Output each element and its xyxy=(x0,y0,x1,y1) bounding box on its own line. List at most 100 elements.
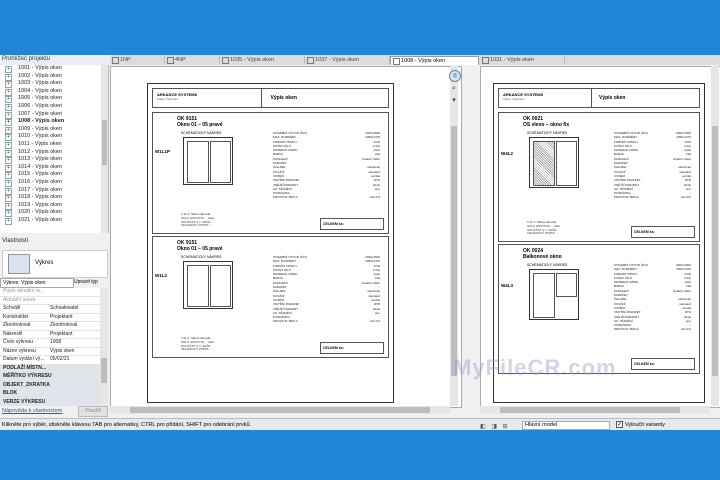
zoom-dropdown-icon[interactable]: ▾ xyxy=(449,96,459,106)
sheet: ARKANCE SYSTEMS Výkres: Výpis oken Výpis o… xyxy=(147,83,394,403)
property-row[interactable]: Číslo výkresu 1008 xyxy=(0,339,100,348)
scroll-thumb[interactable] xyxy=(451,126,457,376)
property-value[interactable]: Výpis oken xyxy=(50,348,74,356)
properties-scrollbar[interactable] xyxy=(100,288,108,406)
tree-item[interactable]: +1010 - Výpis oken xyxy=(0,133,108,142)
tree-item[interactable]: +1019 - Výpis oken xyxy=(0,202,108,210)
property-row[interactable]: Název výkresu Výpis oken xyxy=(0,348,100,356)
tree-item[interactable]: +1017 - Výpis oken xyxy=(0,187,108,195)
property-row[interactable]: OBJEKT_ZKRATKA xyxy=(0,381,100,390)
window-card[interactable]: W1L1P OK 9151 Okno 01 – 05 pravé SCHÉMATICK… xyxy=(152,112,389,234)
property-row[interactable]: Datum vydání vý... 05/02/21 xyxy=(0,356,100,365)
tree-item-label: 1002 - Výpis oken xyxy=(18,72,63,79)
schematic-label: SCHÉMATICKÝ NÁKRES xyxy=(527,263,568,267)
tree-item[interactable]: +1015 - Výpis oken xyxy=(0,171,108,180)
steering-wheel-icon[interactable]: ◎ xyxy=(449,70,461,82)
scroll-thumb[interactable] xyxy=(712,126,718,376)
scroll-thumb[interactable] xyxy=(500,407,680,413)
property-key: Datum vydání vý... xyxy=(3,356,45,362)
view2-vertical-scrollbar[interactable] xyxy=(711,66,719,406)
tree-item[interactable]: +1007 - Výpis oken xyxy=(0,111,108,119)
property-row[interactable]: BLOK xyxy=(0,390,100,399)
view-icon xyxy=(222,57,229,64)
view-tabs-secondary: 1031 - Výpis oken xyxy=(480,55,720,65)
spec-values: 2000x1500 1950x1470 DVD 2 díly plast bíl… xyxy=(672,131,691,200)
tab[interactable]: 1035 - Výpis oken xyxy=(220,56,305,64)
property-value[interactable]: 1008 xyxy=(50,339,61,347)
tree-item[interactable]: +1016 - Výpis oken xyxy=(0,179,108,187)
property-row[interactable]: Schválil Schvalovatel xyxy=(0,305,100,314)
tree-item[interactable]: +1021 - Výpis oken xyxy=(0,217,108,225)
property-key: OBJEKT_ZKRATKA xyxy=(3,381,50,388)
view-horizontal-scrollbar[interactable] xyxy=(110,406,450,414)
apply-button[interactable]: Použít xyxy=(78,406,108,417)
property-key: MĚŘÍTKO VÝKRESU xyxy=(3,373,52,379)
property-row[interactable]: Aktuální revize xyxy=(0,297,100,305)
property-key: BLOK xyxy=(3,390,18,396)
scroll-thumb[interactable] xyxy=(102,120,107,165)
window-note: V.11 A. Sklad zahrada SKLO HUSTOTA ... J… xyxy=(181,336,215,352)
properties-help-link[interactable]: Nápověda k vlastnostem xyxy=(2,408,62,414)
company-name: ARKANCE SYSTEMS xyxy=(157,92,198,97)
tree-item[interactable]: +1018 - Výpis oken xyxy=(0,194,108,203)
project-browser-scrollbar[interactable] xyxy=(101,65,108,233)
tree-item[interactable]: +1009 - Výpis oken xyxy=(0,126,108,134)
edit-type-button[interactable]: Upravit typ xyxy=(74,278,98,287)
property-row[interactable]: Popis aktuální re... xyxy=(0,288,100,297)
window-note: V.11 A. Sklad zahrada SKLO HUSTOTA ... J… xyxy=(527,220,561,236)
property-value[interactable]: Zkontroloval xyxy=(50,322,77,330)
expand-icon[interactable]: + xyxy=(5,217,12,225)
property-value[interactable]: 05/02/21 xyxy=(50,356,69,364)
property-row[interactable]: VERZE VÝKRESU xyxy=(0,398,100,406)
checkbox-icon[interactable] xyxy=(616,419,623,431)
window-schematic-drawing xyxy=(529,137,579,188)
tree-item[interactable]: +1008 - Výpis oken xyxy=(0,118,108,127)
tree-item[interactable]: +1014 - Výpis oken xyxy=(0,164,108,172)
sheet-type-icon xyxy=(8,254,30,274)
tree-item-label: 1015 - Výpis oken xyxy=(18,171,63,178)
tab[interactable]: 1037 - Výpis oken xyxy=(305,56,390,64)
type-selector-dropdown[interactable]: Výkres: Výpis oken xyxy=(0,278,74,288)
window-pane xyxy=(555,141,577,186)
window-card[interactable]: W4L2 OK 0021 OS vlevo – okno fix SCHÉMATICK… xyxy=(498,112,700,242)
tab[interactable]: 1008 - Výpis oken xyxy=(390,56,479,65)
tree-item[interactable]: +1013 - Výpis oken xyxy=(0,156,108,165)
property-value[interactable]: Projektant xyxy=(50,331,73,339)
scroll-thumb[interactable] xyxy=(101,358,107,383)
tree-item[interactable]: +1006 - Výpis oken xyxy=(0,103,108,111)
tab[interactable]: 1031 - Výpis oken xyxy=(480,56,565,64)
property-row[interactable]: Zkontroloval Zkontroloval xyxy=(0,322,100,331)
project-browser-title: Prohlížeč projektu xyxy=(0,56,112,65)
tree-item[interactable]: +1001 - Výpis oken xyxy=(0,65,108,73)
sheet-view-1008[interactable]: ARKANCE SYSTEMS Výkres: Výpis oken Výpis o… xyxy=(110,66,462,408)
property-row[interactable]: MĚŘÍTKO VÝKRESU xyxy=(0,373,100,382)
window-name: Okno 01 – 05 pravé xyxy=(177,246,223,252)
property-row[interactable]: Nakreslil Projektant xyxy=(0,331,100,339)
tab[interactable]: 4NP xyxy=(165,56,220,64)
view2-horizontal-scrollbar[interactable] xyxy=(480,406,710,414)
tab[interactable]: 1NP xyxy=(110,56,165,64)
tree-item[interactable]: +1005 - Výpis oken xyxy=(0,95,108,104)
property-value[interactable]: Projektant xyxy=(50,314,73,322)
tree-item[interactable]: +1003 - Výpis oken xyxy=(0,80,108,89)
tree-item[interactable]: +1004 - Výpis oken xyxy=(0,88,108,96)
active-model-dropdown[interactable]: Hlavní model xyxy=(522,421,610,430)
tree-item[interactable]: +1020 - Výpis oken xyxy=(0,209,108,218)
tree-item-label: 1011 - Výpis oken xyxy=(18,140,62,147)
scroll-thumb[interactable] xyxy=(130,407,430,413)
tree-item-label: 1008 - Výpis oken xyxy=(18,118,65,125)
property-row[interactable]: Konstruktér Projektant xyxy=(0,314,100,322)
project-browser-tree[interactable]: +1001 - Výpis oken +1002 - Výpis oken +100… xyxy=(0,65,109,233)
tab-label: 1NP xyxy=(120,57,131,63)
tree-item-label: 1012 - Výpis oken xyxy=(18,148,63,155)
window-card[interactable]: W1L2 OK 9151 Okno 01 – 05 pravé SCHÉMATICKÝ… xyxy=(152,236,389,358)
property-value[interactable]: Schvalovatel xyxy=(50,305,78,313)
tree-item[interactable]: +1011 - Výpis oken xyxy=(0,141,108,149)
tree-item-label: 1004 - Výpis oken xyxy=(18,87,63,94)
tree-item[interactable]: +1012 - Výpis oken xyxy=(0,149,108,157)
spec-values: 2000x1500 1950x1470 DVD 2 díly plast bíl… xyxy=(672,263,691,332)
property-row[interactable]: PODLAŽÍ MÍSTN... xyxy=(0,364,100,373)
zoom-icon[interactable]: ⌕ xyxy=(449,84,459,94)
window-schematic-drawing xyxy=(529,269,579,320)
tree-item[interactable]: +1002 - Výpis oken xyxy=(0,73,108,81)
